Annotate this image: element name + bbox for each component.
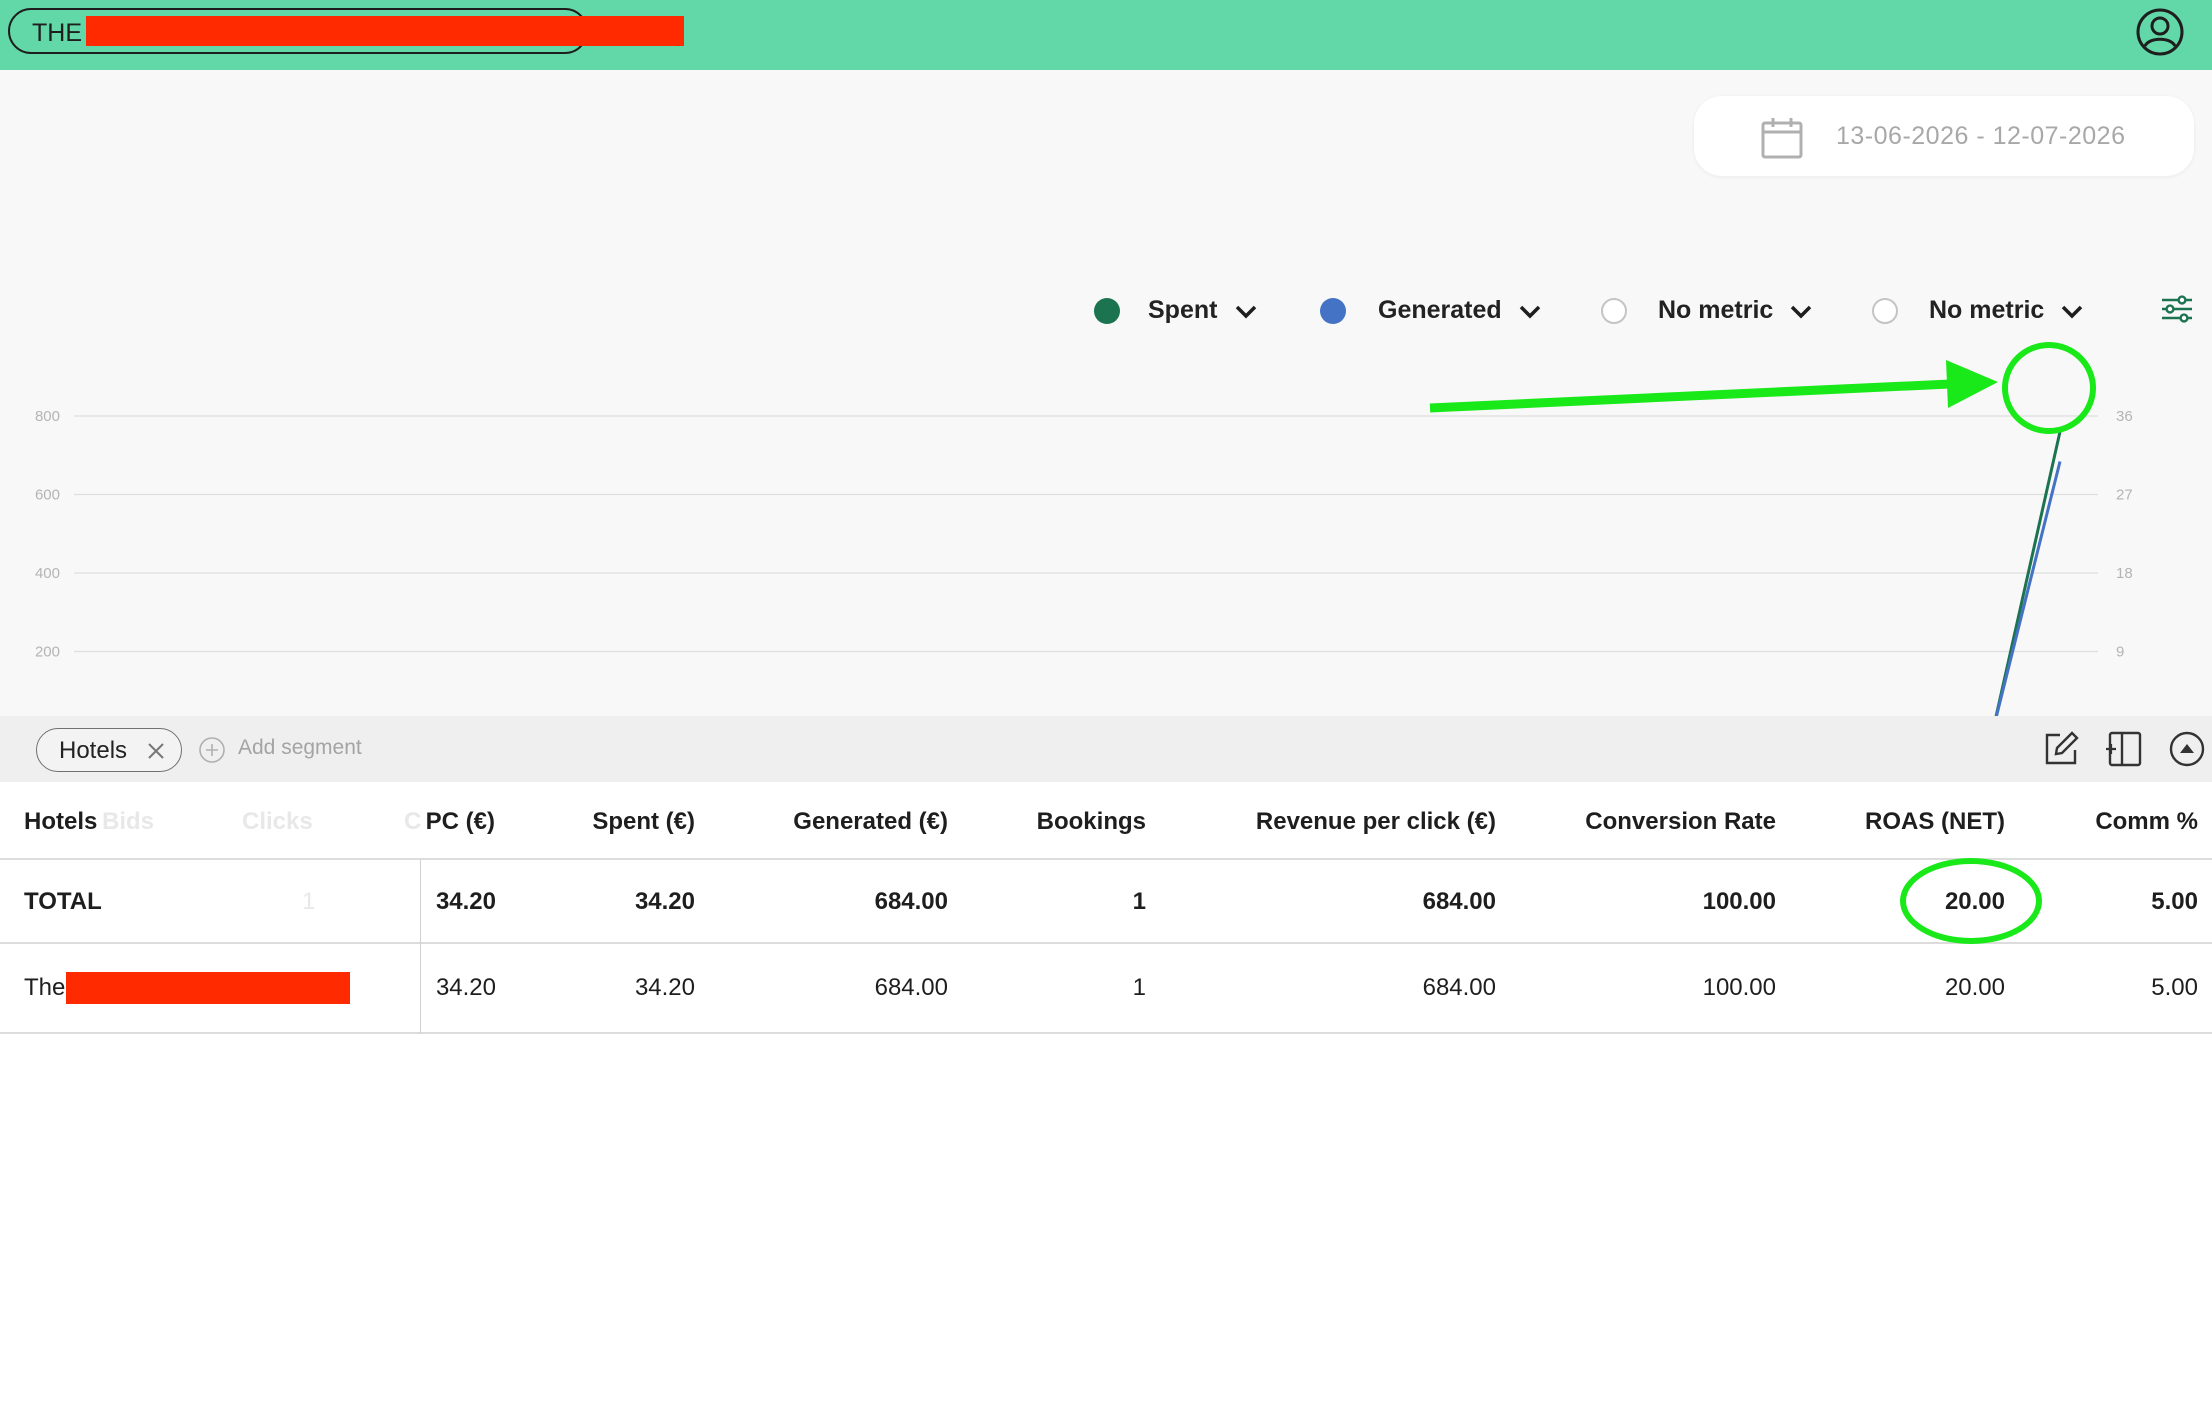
row-roas: 20.00 [1944,974,2005,1001]
row-divider [0,942,2212,944]
account-name: THE [32,19,82,47]
top-bar: THE [0,0,2212,70]
chart-panel: 13-06-2026 - 12-07-2026 Spent Generated … [0,70,2212,760]
ghost-header-cpc: C [404,808,422,835]
data-table: Bids Clicks C Hotels PC (€) Spent (€) Ge… [0,782,2212,1404]
row-generated: 684.00 [874,974,948,1001]
total-spent: 34.20 [634,888,695,915]
legend-label: Spent [1148,296,1218,324]
segment-chip-label: Hotels [59,737,128,764]
segment-bar: Hotels Add segment [0,716,2212,782]
calendar-icon [1761,118,1803,159]
row-cpc: 34.20 [435,974,496,1001]
total-generated: 684.00 [874,888,948,915]
series-line-generated [116,461,2062,732]
chevron-down-icon[interactable] [2060,304,2084,320]
row-spent: 34.20 [634,974,695,1001]
y-right-tick-label: 27 [2116,487,2133,504]
edit-icon[interactable] [2042,730,2080,768]
total-comm: 5.00 [2151,888,2198,915]
frozen-column-divider [420,860,421,1034]
column-header-spent[interactable]: Spent (€) [592,808,695,836]
collapse-up-icon[interactable] [2168,730,2206,768]
chevron-down-icon[interactable] [1789,304,1813,320]
redacted-account-name [86,16,684,46]
spent-dot-icon [1094,298,1120,324]
user-circle-icon[interactable] [2134,6,2186,58]
column-header-generated[interactable]: Generated (€) [793,808,948,836]
column-header-hotels[interactable]: Hotels [24,808,97,836]
legend-label: Generated [1378,296,1502,324]
row-conversion-rate: 100.00 [1702,974,1776,1001]
chevron-down-icon[interactable] [1234,304,1258,320]
generated-dot-icon [1320,298,1346,324]
ghost-header-clicks: Clicks [242,808,313,835]
legend-label: No metric [1929,296,2045,324]
empty-dot-icon [1601,298,1627,324]
y-left-tick-label: 400 [35,565,60,582]
legend-label: No metric [1658,296,1774,324]
chevron-down-icon[interactable] [1518,304,1542,320]
total-conversion-rate: 100.00 [1702,888,1776,915]
annotation-circle-roas [1900,858,2042,944]
hotel-name[interactable]: The [24,974,65,1002]
date-range-value: 13-06-2026 - 12-07-2026 [1836,122,2126,150]
y-left-tick-label: 600 [35,487,60,504]
row-revenue-per-click: 684.00 [1422,974,1496,1001]
segment-chip-hotels[interactable]: Hotels [36,728,182,772]
y-right-tick-label: 36 [2116,408,2133,425]
series-line-spent [116,431,2062,732]
total-cpc: 34.20 [435,888,496,915]
column-header-comm[interactable]: Comm % [2095,808,2198,836]
y-right-tick-label: 18 [2116,565,2133,582]
row-divider [0,1032,2212,1034]
close-icon[interactable] [147,742,165,760]
y-right-tick-label: 9 [2116,644,2124,661]
redacted-hotel-name [66,972,350,1004]
chart-settings-icon[interactable] [2160,294,2194,324]
total-bookings: 1 [1132,888,1146,915]
total-revenue-per-click: 684.00 [1422,888,1496,915]
header-divider [0,858,2212,860]
empty-dot-icon [1872,298,1898,324]
add-segment-button[interactable]: Add segment [238,736,362,760]
annotation-circle-chart-peak [2002,342,2096,434]
total-label: TOTAL [24,888,102,915]
add-circle-icon[interactable] [198,736,226,764]
column-header-cpc[interactable]: PC (€) [426,808,495,836]
column-header-revenue-per-click[interactable]: Revenue per click (€) [1256,808,1496,836]
column-header-roas[interactable]: ROAS (NET) [1865,808,2005,836]
column-header-conversion-rate[interactable]: Conversion Rate [1585,808,1776,836]
row-bookings: 1 [1132,974,1146,1001]
date-range-picker[interactable]: 13-06-2026 - 12-07-2026 [1694,96,2194,176]
columns-icon[interactable] [2104,730,2144,768]
column-header-bookings[interactable]: Bookings [1037,808,1146,836]
y-left-tick-label: 800 [35,408,60,425]
ghost-header-bids: Bids [102,808,155,835]
y-left-tick-label: 200 [35,644,60,661]
ghost-total-clicks: 1 [302,888,316,915]
row-comm: 5.00 [2151,974,2198,1001]
